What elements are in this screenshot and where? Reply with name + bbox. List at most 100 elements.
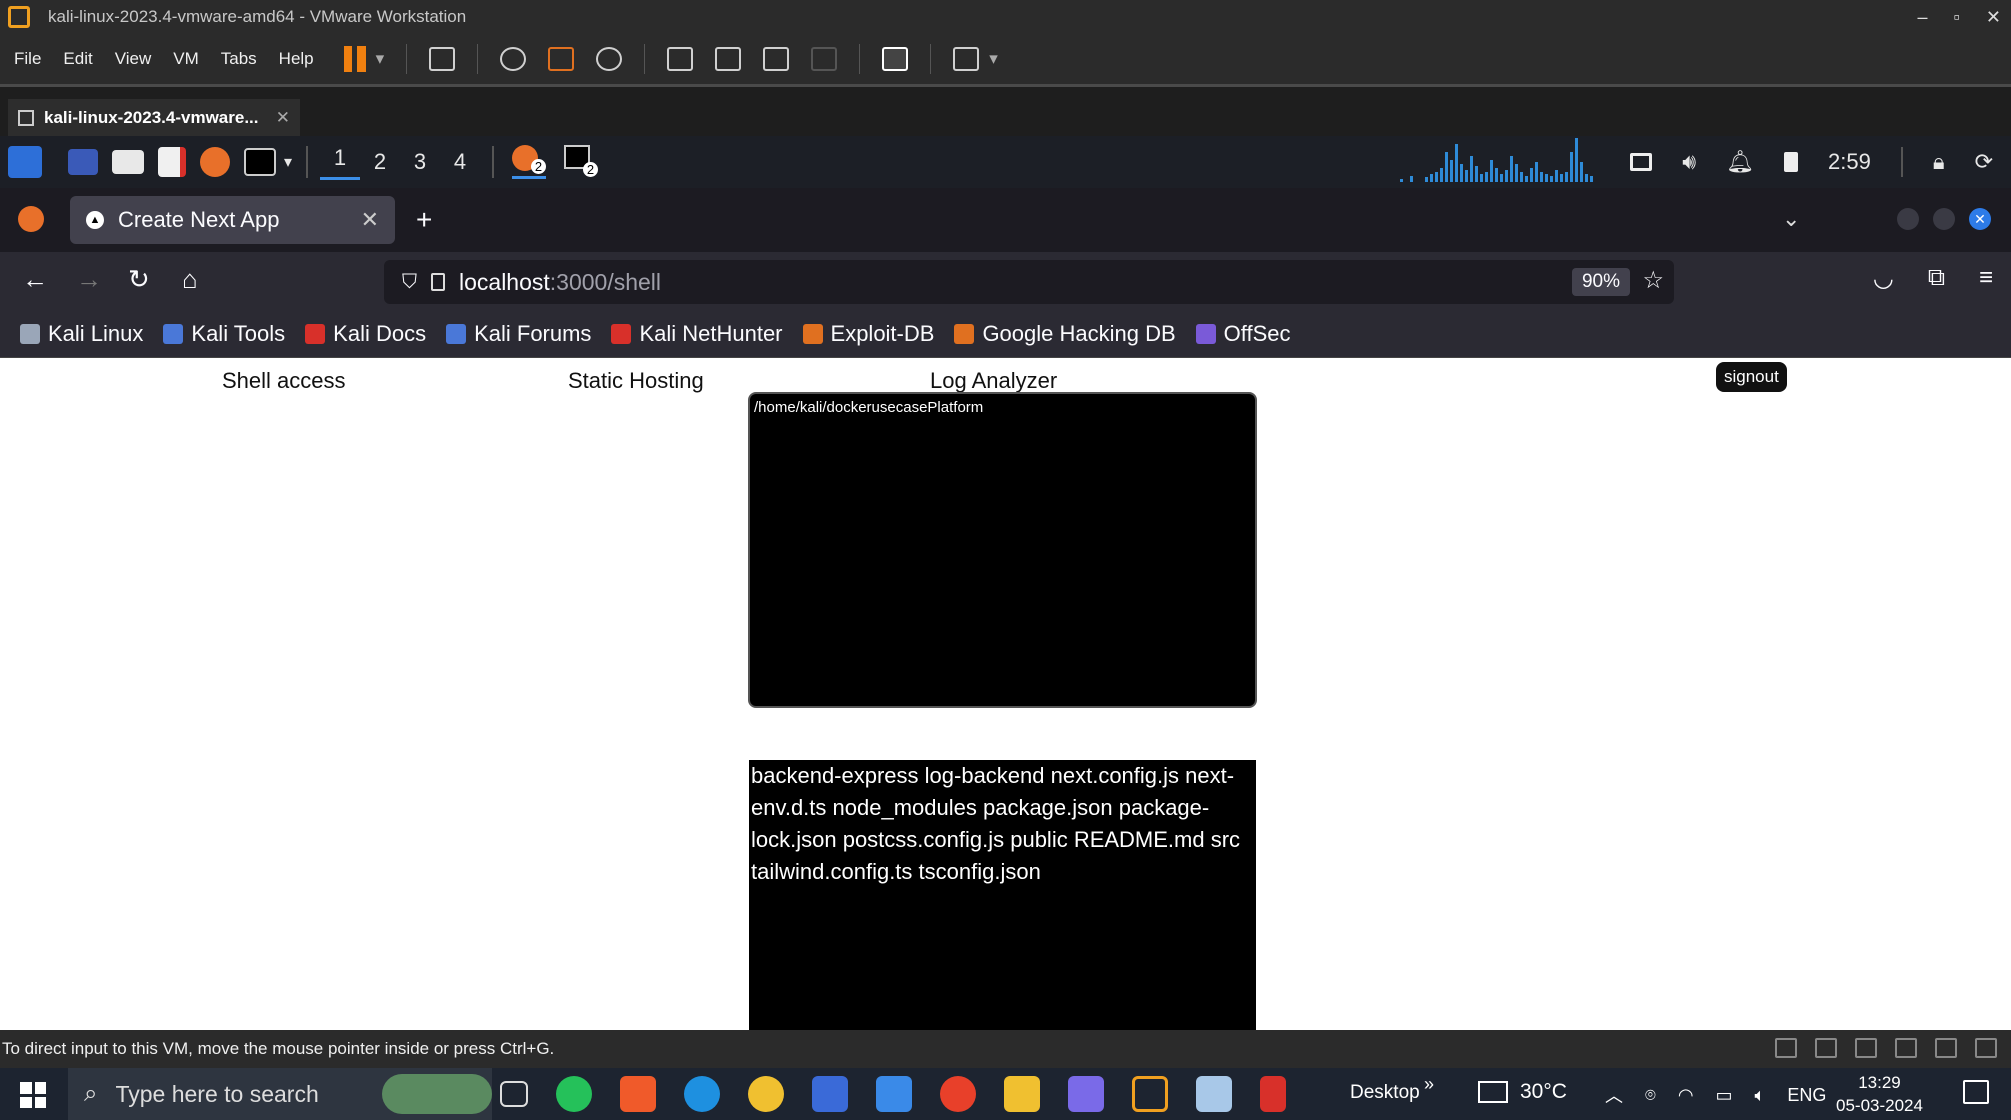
library-icon[interactable] [667,47,694,71]
minimize-button[interactable] [1897,208,1919,230]
terminal-icon[interactable] [244,148,276,176]
notification-bell-icon[interactable]: 🔔︎ [1726,149,1754,175]
chevron-down-icon[interactable]: ▾ [989,49,998,69]
language-indicator[interactable]: ENG [1787,1085,1826,1106]
command-textarea[interactable] [748,392,1257,708]
menu-view[interactable]: View [115,49,152,69]
menu-edit[interactable]: Edit [63,49,92,69]
revert-snapshot-icon[interactable] [548,47,575,71]
workspace-4[interactable]: 4 [440,149,480,175]
snapshot-manager-icon[interactable] [596,47,623,71]
brave-icon[interactable] [620,1076,656,1112]
file-explorer-icon[interactable] [1004,1076,1040,1112]
shield-icon[interactable]: ⛉ [402,271,417,294]
battery-icon[interactable] [1784,152,1799,172]
snapshot-icon[interactable] [500,47,527,71]
taskbar-search[interactable]: ⌕ Type here to search [68,1068,492,1120]
hard-disk-icon[interactable] [1775,1038,1797,1058]
menu-vm[interactable]: VM [173,49,199,69]
nav-static-hosting[interactable]: Static Hosting [568,368,704,394]
bookmark-item[interactable]: Google Hacking DB [954,321,1176,347]
bookmark-item[interactable]: OffSec [1195,321,1291,347]
page-info-icon[interactable] [431,273,445,291]
forward-icon[interactable]: → [76,264,102,295]
kali-menu-icon[interactable] [8,146,42,178]
bookmark-item[interactable]: Kali Forums [446,321,591,347]
unity-icon[interactable] [811,47,838,71]
bookmark-item[interactable]: Exploit-DB [802,321,934,347]
maximize-button[interactable] [1933,208,1955,230]
vm-tab[interactable]: kali-linux-2023.4-vmware... ✕ [8,99,300,137]
edge-icon[interactable] [684,1076,720,1112]
power-icon[interactable]: ⟳ [1975,149,1993,175]
menu-file[interactable]: File [14,49,41,69]
bookmark-item[interactable]: Kali Linux [20,321,143,347]
console-view-icon[interactable] [882,47,909,71]
mail-icon[interactable] [876,1076,912,1112]
bookmark-item[interactable]: Kali Docs [305,321,426,347]
bookmark-item[interactable]: Kali NetHunter [611,321,783,347]
chevron-up-icon[interactable]: ︿ [1605,1082,1623,1108]
bookmark-star-icon[interactable]: ☆ [1642,266,1664,295]
firefox-window-button[interactable]: 2 [512,145,547,179]
usb-icon[interactable] [1895,1038,1917,1058]
taskbar-clock[interactable]: 13:29 05-03-2024 [1836,1071,1923,1117]
show-desktop-icon[interactable] [68,149,98,175]
terminal-window-button[interactable]: 2 [564,145,599,179]
lock-icon[interactable]: 🔒︎ [1933,149,1945,175]
firefox-icon[interactable] [200,147,230,177]
chevron-down-icon[interactable]: ▾ [284,152,292,172]
notepad-icon[interactable] [1196,1076,1232,1112]
printer-icon[interactable] [1935,1038,1957,1058]
new-tab-button[interactable]: + [416,204,432,236]
windows-start-icon[interactable] [20,1082,46,1108]
pause-icon[interactable] [343,46,366,72]
menu-help[interactable]: Help [279,49,314,69]
workspace-2[interactable]: 2 [360,149,400,175]
wifi-icon[interactable]: ◠ [1678,1085,1694,1106]
volume-icon[interactable]: 🔊︎ [1682,149,1696,175]
snipping-tool-icon[interactable] [1260,1076,1286,1112]
bookmark-item[interactable]: Kali Tools [163,321,285,347]
message-log-icon[interactable] [1975,1038,1997,1058]
task-view-icon[interactable] [500,1081,528,1107]
nav-log-analyzer[interactable]: Log Analyzer [930,368,1057,394]
home-icon[interactable]: ⌂ [182,264,198,295]
menu-tabs[interactable]: Tabs [221,49,257,69]
workspace-3[interactable]: 3 [400,149,440,175]
chevron-down-icon[interactable]: ▾ [376,49,385,69]
restore-button[interactable]: ▫ [1954,7,1960,28]
pocket-icon[interactable]: ◡ [1873,264,1894,293]
url-bar[interactable]: ⛉ localhost:3000/shell 90% ☆ [384,260,1674,304]
whatsapp-icon[interactable] [556,1076,592,1112]
extensions-icon[interactable]: ⧉ [1928,264,1945,293]
microsoft-store-icon[interactable] [812,1076,848,1112]
browser-tab[interactable]: ▲ Create Next App ✕ [70,196,395,244]
back-icon[interactable]: ← [22,264,48,295]
nav-shell-access[interactable]: Shell access [222,368,346,394]
close-window-button[interactable]: ✕ [1986,7,2001,28]
sound-icon[interactable] [1855,1038,1877,1058]
reload-icon[interactable]: ↻ [128,264,150,295]
stretch-icon[interactable] [953,47,980,71]
close-icon[interactable]: ✕ [276,108,290,128]
minimize-button[interactable]: – [1918,7,1928,28]
text-editor-icon[interactable] [158,147,186,177]
signout-button[interactable]: signout [1716,362,1787,392]
thumbnail-bar-icon[interactable] [715,47,742,71]
wps-office-icon[interactable] [940,1076,976,1112]
file-manager-icon[interactable] [112,150,144,174]
notification-center-icon[interactable] [1963,1080,1989,1104]
firefox-view-icon[interactable] [18,206,44,232]
close-tab-icon[interactable]: ✕ [361,207,379,233]
meet-now-icon[interactable]: ⌾ [1645,1085,1656,1106]
panel-clock[interactable]: 2:59 [1828,149,1871,175]
close-icon[interactable]: ✕ [1969,208,1991,230]
chrome-icon[interactable] [748,1076,784,1112]
speaker-icon[interactable]: 🔈︎ [1755,1085,1766,1106]
weather-widget[interactable]: 30°C [1478,1080,1567,1104]
list-all-tabs-icon[interactable]: ⌄ [1782,206,1800,232]
battery-icon[interactable]: ▭ [1716,1085,1733,1106]
vpn-icon[interactable] [1068,1076,1104,1112]
send-ctrl-alt-del-icon[interactable] [429,47,456,71]
